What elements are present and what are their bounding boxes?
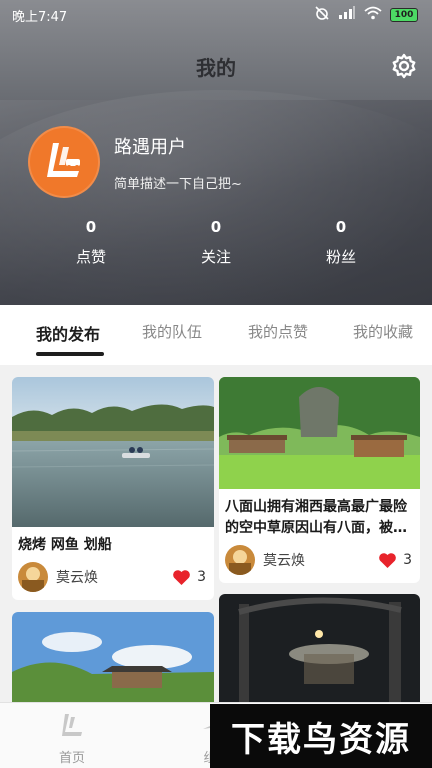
- post-photo-meadow: [219, 377, 420, 489]
- watermark-banner: 下载鸟资源: [210, 704, 432, 768]
- profile-text: 路遇用户 简单描述一下自己把~: [114, 133, 242, 192]
- author-name[interactable]: 莫云焕: [56, 567, 172, 587]
- home-logo-icon: [62, 714, 82, 736]
- user-bio: 简单描述一下自己把~: [114, 176, 242, 192]
- heart-icon: [379, 552, 396, 568]
- author-name[interactable]: 莫云焕: [263, 550, 378, 570]
- stat-following-value: 0: [210, 218, 222, 236]
- page-title: 我的: [196, 55, 236, 80]
- stat-likes-value: 0: [85, 218, 97, 236]
- stat-following-label: 关注: [200, 248, 231, 266]
- post-title: 烧烤 网鱼 划船: [18, 537, 112, 553]
- battery-indicator: 100: [390, 8, 418, 22]
- status-time: 晚上7:47: [12, 9, 68, 25]
- alarm-muted-icon: [314, 5, 330, 25]
- author-avatar[interactable]: [225, 545, 255, 575]
- signal-icon: [338, 6, 356, 24]
- status-icons: 100: [314, 5, 418, 25]
- post-card[interactable]: 烧烤 网鱼 划船 莫云焕 3: [12, 377, 214, 600]
- wifi-icon: [364, 6, 382, 24]
- post-meta: 莫云焕 3: [12, 556, 214, 600]
- post-card[interactable]: [12, 612, 214, 708]
- tab-bar: 我的发布 我的队伍 我的点赞 我的收藏: [0, 305, 432, 365]
- tab-my-posts[interactable]: 我的发布: [36, 321, 100, 345]
- author-avatar[interactable]: [18, 562, 48, 592]
- active-tab-indicator: [36, 352, 104, 356]
- settings-gear-icon[interactable]: [390, 52, 418, 80]
- watermark-text: 下载鸟资源: [231, 719, 411, 760]
- title-bar: 我的: [0, 44, 432, 88]
- post-card[interactable]: [219, 594, 420, 708]
- post-photo-lake: [12, 377, 214, 527]
- tab-my-teams[interactable]: 我的队伍: [142, 321, 202, 342]
- like-count: 3: [197, 569, 206, 585]
- nav-home[interactable]: 首页: [42, 711, 102, 766]
- app-logo-icon: [47, 143, 80, 177]
- username: 路遇用户: [114, 136, 186, 158]
- profile-section: 路遇用户 简单描述一下自己把~: [28, 126, 242, 198]
- tab-my-likes[interactable]: 我的点赞: [248, 321, 308, 342]
- like-count: 3: [403, 552, 412, 568]
- heart-icon: [173, 569, 190, 585]
- post-meta: 莫云焕 3: [219, 539, 420, 583]
- stat-followers-value: 0: [335, 218, 347, 236]
- like-counter[interactable]: 3: [378, 552, 412, 569]
- post-photo-night-garden: [219, 594, 420, 708]
- post-title: 八面山拥有湘西最高最广最险的空中草原因山有八面，被…: [225, 499, 407, 536]
- tab-my-favorites[interactable]: 我的收藏: [353, 321, 413, 342]
- stat-followers-label: 粉丝: [325, 248, 356, 266]
- post-card[interactable]: 八面山拥有湘西最高最广最险的空中草原因山有八面，被… 莫云焕 3: [219, 377, 420, 583]
- stat-likes[interactable]: 0 点赞: [51, 218, 131, 267]
- stat-followers[interactable]: 0 粉丝: [301, 218, 381, 267]
- nav-home-label: 首页: [58, 751, 85, 766]
- post-photo-pavilion: [12, 612, 214, 708]
- stat-following[interactable]: 0 关注: [176, 218, 256, 267]
- stat-likes-label: 点赞: [75, 248, 106, 266]
- user-avatar[interactable]: [28, 126, 100, 198]
- like-counter[interactable]: 3: [172, 569, 206, 586]
- status-bar: 晚上7:47 100: [0, 0, 432, 30]
